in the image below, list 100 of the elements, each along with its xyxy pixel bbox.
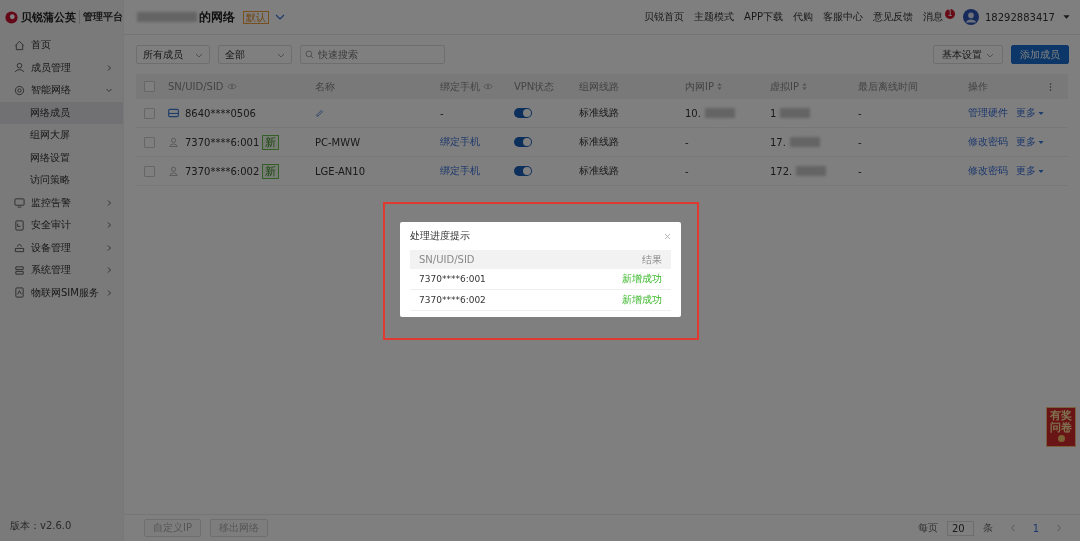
default-tag: 默认 [243,10,269,24]
device-icon [14,242,25,254]
column-header: 结果 [642,252,662,267]
filter-select[interactable]: 所有成员 [136,45,210,64]
result-text: 新增成功 [622,272,662,286]
clipboard-icon [14,219,25,231]
action-link[interactable]: 管理硬件 [968,106,1008,120]
chevron-icon [105,63,113,72]
redacted-block [704,108,735,118]
member-name: LGE-AN10 [315,165,366,177]
settings-dropdown[interactable]: 基本设置 [933,45,1003,64]
search-field[interactable]: 快速搜索 [300,45,445,64]
table-cell: 7370****6:002 [419,295,486,305]
nav-link[interactable]: 代购 [793,10,813,24]
checkbox[interactable] [144,165,155,177]
list-icon [14,264,25,276]
unit-label: 条 [982,521,993,535]
table-cell: - [858,136,862,148]
chevron-icon [105,221,113,230]
network-icon [14,84,25,96]
close-icon[interactable] [664,232,671,240]
bind-phone-link[interactable]: 绑定手机 [440,135,480,149]
more-options-icon[interactable] [1049,81,1052,92]
table-cell: - [685,136,689,148]
sidebar-item[interactable]: 首页 [0,34,123,57]
more-dropdown[interactable]: 更多 [1016,135,1044,149]
sidebar-item[interactable]: 智能网络 [0,79,123,102]
sidebar-item[interactable]: 物联网SIM服务 [0,281,123,304]
caret-icon [1038,139,1044,145]
sidebar-item[interactable]: 系统管理 [0,259,123,282]
action-link[interactable]: 修改密码 [968,135,1008,149]
platform-label: 管理平台 [79,10,123,24]
vpn-toggle[interactable] [514,108,532,118]
sn-text: 7370****6:001 [185,136,260,148]
version-label: 版本：v2.6.0 [9,519,73,533]
table-cell: 标准线路 [579,135,619,149]
caret-icon[interactable] [1063,14,1070,20]
result-text: 新增成功 [622,293,662,307]
chevron-icon[interactable] [275,13,285,21]
chevron-icon [105,266,113,275]
nav-link[interactable]: APP下载 [744,10,783,24]
chevron-icon [105,198,113,207]
user-phone[interactable]: 18292883417 [985,11,1055,23]
sidebar-subitem[interactable]: 网络成员 [0,101,123,124]
vpn-toggle[interactable] [514,166,532,176]
vpn-toggle[interactable] [514,137,532,147]
monitor-icon [14,197,25,209]
table-cell: - [440,107,444,119]
nav-link[interactable]: 意见反馈 [873,10,913,24]
edit-icon[interactable] [315,108,324,118]
redacted-block [780,108,811,118]
sim-card-icon [14,287,25,299]
caret-icon [1038,110,1044,116]
table-cell: - [685,165,689,177]
sort-icon[interactable] [802,82,807,91]
sort-icon[interactable] [717,82,722,91]
sidebar-item[interactable]: 监控告警 [0,191,123,214]
messages-link[interactable]: 消息 [923,10,943,24]
sn-text: 7370****6:002 [185,165,260,177]
person-icon [168,166,179,176]
checkbox[interactable] [144,107,155,119]
caret-icon [1038,168,1044,174]
member-name: PC-MWW [315,136,361,148]
table-cell: 标准线路 [579,164,619,178]
notification-badge: 1 [945,9,955,19]
column-header: SN/UID/SID [419,254,475,265]
table-cell: 标准线路 [579,106,619,120]
page-size-select[interactable]: 20 [946,520,974,536]
table-cell: 17. [770,136,786,148]
filter-select[interactable]: 全部 [218,45,292,64]
per-page-label: 每页 [917,521,938,535]
person-icon [168,137,179,147]
logo-icon [5,10,18,24]
bind-phone-link[interactable]: 绑定手机 [440,164,480,178]
checkbox[interactable] [144,81,155,92]
more-dropdown[interactable]: 更多 [1016,164,1044,178]
sidebar-subitem[interactable]: 网络设置 [0,146,123,169]
eye-icon[interactable] [226,83,237,90]
more-dropdown[interactable]: 更多 [1016,106,1044,120]
sidebar-subitem[interactable]: 组网大屏 [0,124,123,147]
add-member-button[interactable]: 添加成员 [1011,45,1069,64]
sidebar-item[interactable]: 设备管理 [0,236,123,259]
nav-link[interactable]: 贝锐首页 [644,10,685,24]
dialog-title: 处理进度提示 [410,229,470,243]
survey-envelope[interactable]: 有奖问卷 [1046,407,1076,447]
action-link[interactable]: 修改密码 [968,164,1008,178]
person-icon [14,62,25,74]
sidebar-item[interactable]: 安全审计 [0,214,123,237]
checkbox[interactable] [144,136,155,148]
redacted-block [789,137,820,147]
table-cell: 1 [770,107,777,119]
nav-link[interactable]: 主题模式 [694,10,735,24]
eye-icon[interactable] [483,83,493,90]
sidebar-item[interactable]: 成员管理 [0,56,123,79]
router-icon [168,108,179,118]
sidebar-subitem[interactable]: 访问策略 [0,169,123,192]
new-tag: 新 [262,134,280,150]
nav-link[interactable]: 客服中心 [823,10,863,24]
page-number[interactable]: 1 [1032,522,1039,534]
avatar[interactable] [963,9,979,25]
